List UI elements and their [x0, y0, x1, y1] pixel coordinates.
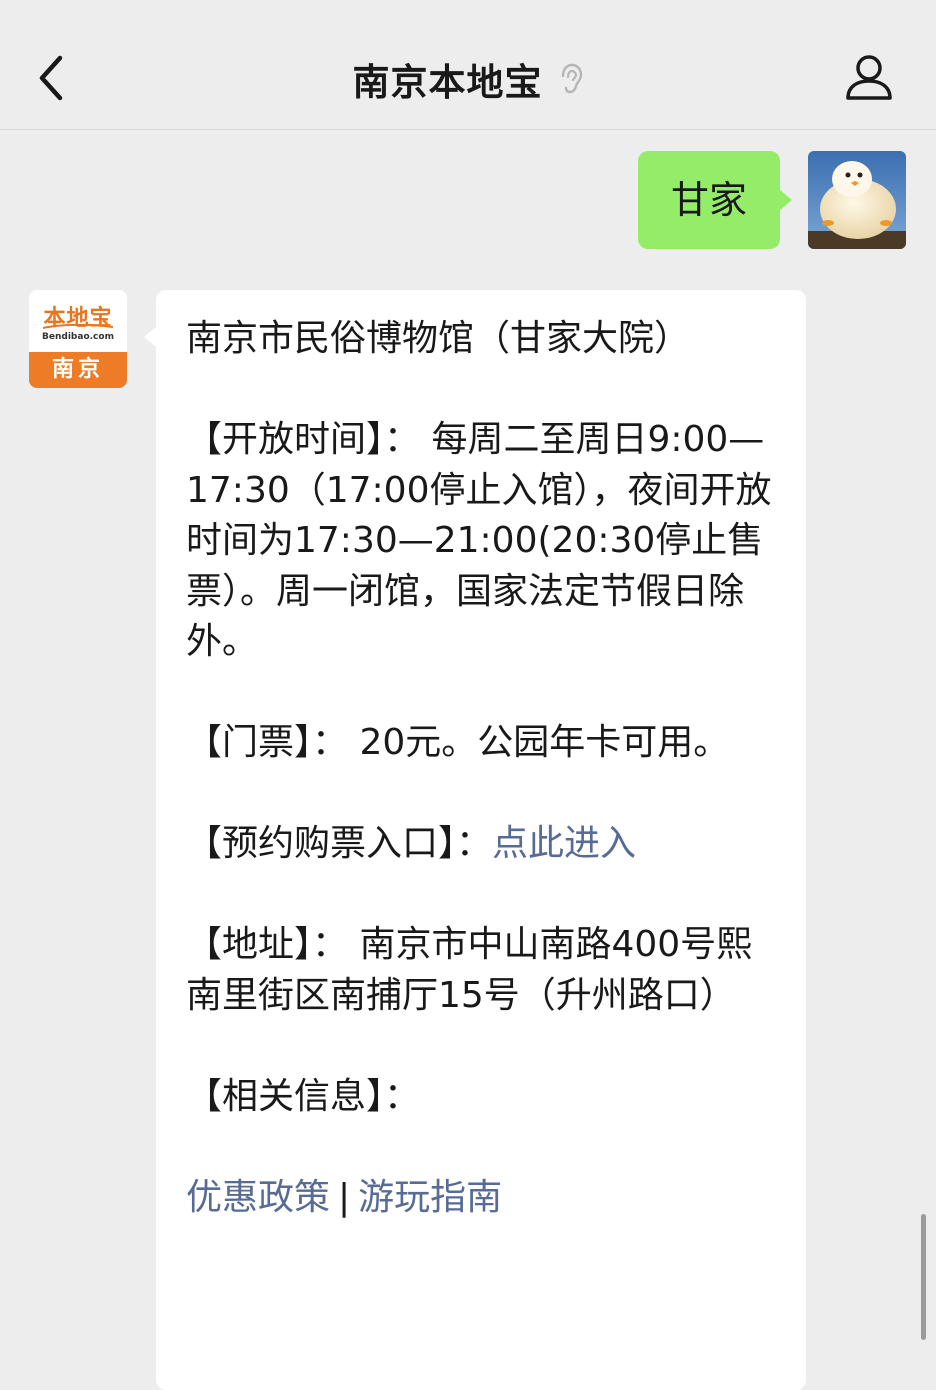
- outgoing-message-bubble[interactable]: 甘家: [638, 151, 792, 249]
- chat-title-wrap: 南京本地宝: [0, 52, 936, 104]
- bendibao-avatar[interactable]: 本地宝 Bendibao.com 南京: [29, 290, 127, 388]
- avatar-logo-city: 南京: [29, 352, 127, 388]
- message-body: 南京市民俗博物馆（甘家大院） 【开放时间】： 每周二至周日9:00—17:30（…: [186, 314, 786, 1223]
- incoming-message-bubble[interactable]: 南京市民俗博物馆（甘家大院） 【开放时间】： 每周二至周日9:00—17:30（…: [144, 290, 806, 1390]
- scrollbar[interactable]: [921, 1214, 926, 1340]
- link-separator: |: [338, 1176, 351, 1218]
- chat-header: 南京本地宝: [0, 0, 936, 130]
- booking-link[interactable]: 点此进入: [492, 823, 636, 864]
- message-tickets: 【门票】： 20元。公园年卡可用。: [186, 722, 730, 763]
- user-avatar[interactable]: [808, 151, 906, 249]
- avatar-logo-domain: Bendibao.com: [42, 332, 114, 342]
- message-links: 优惠政策 | 游玩指南: [186, 1173, 786, 1224]
- message-booking: 【预约购票入口】：点此进入: [186, 819, 786, 870]
- avatar-swoosh-icon: [42, 324, 114, 329]
- profile-icon[interactable]: [844, 52, 894, 102]
- discount-policy-link[interactable]: 优惠政策: [186, 1177, 330, 1218]
- booking-label: 【预约购票入口】：: [186, 823, 493, 864]
- message-address: 【地址】： 南京市中山南路400号熙南里街区南捕厅15号（升州路口）: [186, 924, 753, 1016]
- outgoing-message-text: 甘家: [670, 178, 747, 222]
- chat-title: 南京本地宝: [352, 61, 543, 104]
- travel-guide-link[interactable]: 游玩指南: [358, 1177, 502, 1218]
- ear-icon: [561, 63, 582, 94]
- message-title: 南京市民俗博物馆（甘家大院）: [186, 318, 691, 359]
- message-hours: 【开放时间】： 每周二至周日9:00—17:30（17:00停止入馆），夜间开放…: [186, 419, 772, 662]
- user-avatar-image: [808, 151, 906, 249]
- message-related: 【相关信息】：: [186, 1075, 421, 1117]
